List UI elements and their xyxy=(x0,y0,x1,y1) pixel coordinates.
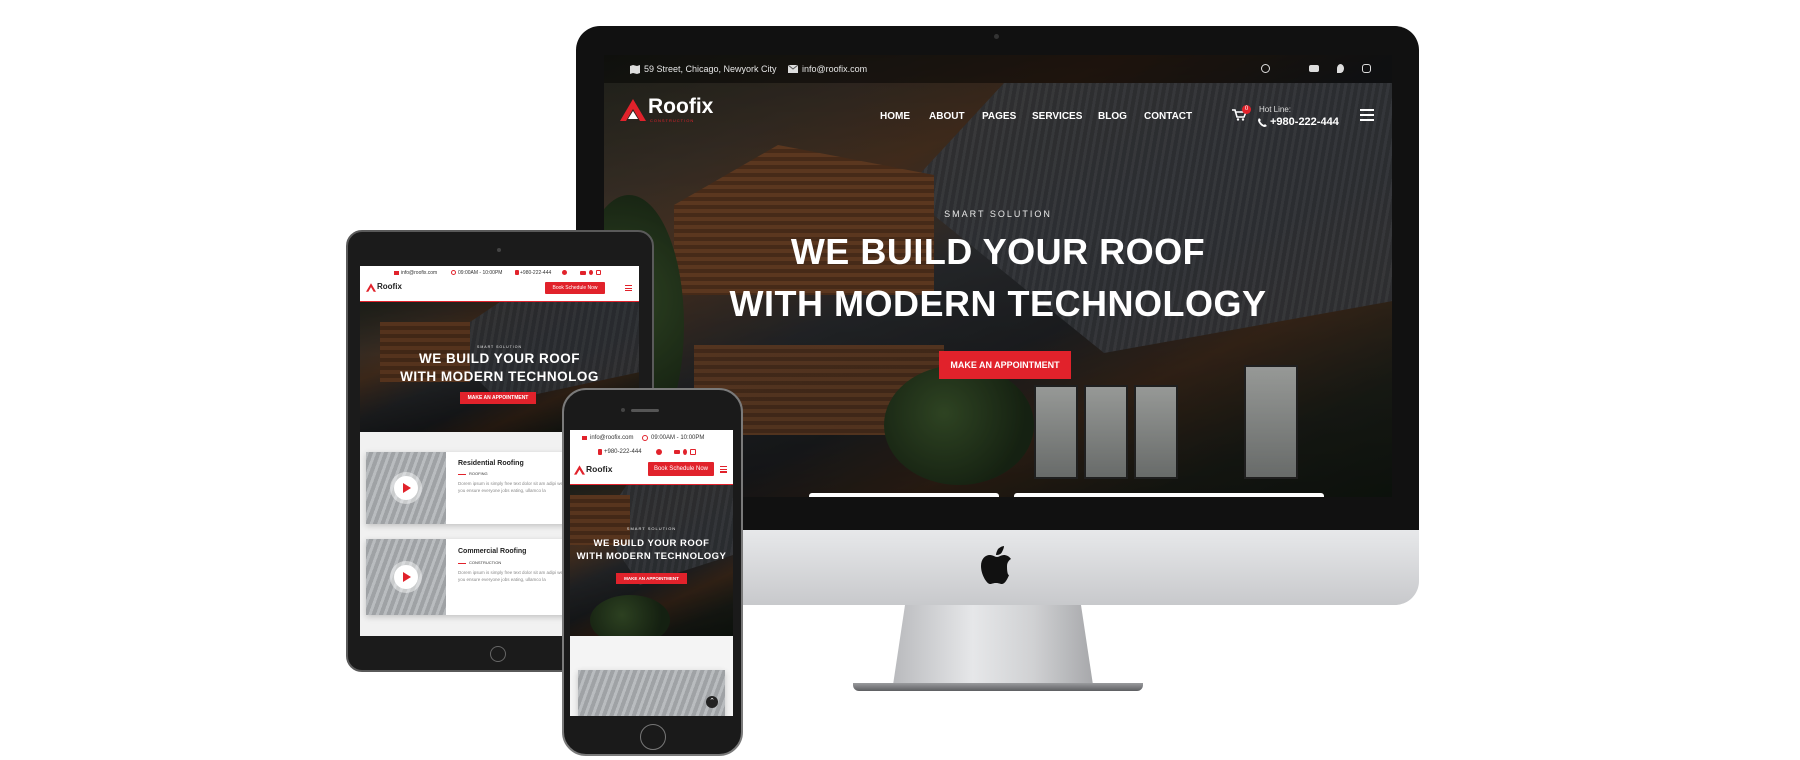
cart-count-badge: 0 xyxy=(1242,105,1251,114)
card-tag-line xyxy=(458,474,466,475)
phone-icon xyxy=(515,270,519,275)
tablet-make-appointment-button[interactable]: MAKE AN APPOINTMENT xyxy=(460,392,536,404)
logo-text[interactable]: Roofix xyxy=(648,95,713,119)
service-card[interactable] xyxy=(578,670,725,716)
tablet-hero-title-line2: WITH MODERN TECHNOLOG xyxy=(400,369,599,384)
ipad-home-button xyxy=(490,646,506,662)
card-tag: CONSTRUCTION xyxy=(469,560,502,565)
tablet-topbar-hours: 09:00AM - 10:00PM xyxy=(458,270,503,276)
menu-icon[interactable] xyxy=(720,466,727,473)
nav-contact[interactable]: CONTACT xyxy=(1144,111,1192,122)
ipad-camera xyxy=(497,248,501,252)
mobile-hero-eyebrow: SMART SOLUTION xyxy=(626,526,677,531)
clock-icon xyxy=(451,270,456,275)
card-title[interactable]: Commercial Roofing xyxy=(458,548,526,555)
pinterest-icon[interactable] xyxy=(1337,64,1344,73)
iphone-camera xyxy=(621,408,625,412)
nav-home[interactable]: HOME xyxy=(880,111,910,122)
hero-title-line1: WE BUILD YOUR ROOF xyxy=(790,231,1206,272)
envelope-icon xyxy=(394,271,399,275)
card-text: Dorem ipsum is simply free text dolor si… xyxy=(458,481,573,493)
menu-icon[interactable] xyxy=(1360,109,1374,121)
apple-logo-icon xyxy=(981,546,1011,584)
youtube-icon[interactable] xyxy=(1309,65,1319,72)
instagram-icon[interactable] xyxy=(596,270,601,275)
hero-eyebrow: SMART SOLUTION xyxy=(944,209,1052,219)
card-image xyxy=(578,670,725,716)
facebook-icon[interactable] xyxy=(656,449,662,455)
make-appointment-button[interactable]: MAKE AN APPOINTMENT xyxy=(939,351,1071,379)
tablet-hero-eyebrow: SMART SOLUTION xyxy=(477,345,522,349)
mobile-topbar-email[interactable]: info@roofix.com xyxy=(590,435,633,441)
play-icon[interactable] xyxy=(394,476,418,500)
instagram-icon[interactable] xyxy=(1362,64,1371,73)
mobile-make-appointment-button[interactable]: MAKE AN APPOINTMENT xyxy=(616,573,687,584)
phone-icon xyxy=(1258,118,1267,127)
nav-services[interactable]: SERVICES xyxy=(1032,111,1082,122)
service-card-peek xyxy=(809,493,999,497)
mobile-topbar-hours: 09:00AM - 10:00PM xyxy=(651,435,705,441)
mobile-book-schedule-button[interactable]: Book Schedule Now xyxy=(648,462,714,476)
pinterest-icon[interactable] xyxy=(683,449,687,455)
hotline-label: Hot Line: xyxy=(1259,105,1292,114)
play-icon[interactable] xyxy=(394,565,418,589)
card-tag: ROOFING xyxy=(469,471,488,476)
card-title[interactable]: Residential Roofing xyxy=(458,460,524,467)
clock-icon xyxy=(642,435,648,441)
nav-blog[interactable]: BLOG xyxy=(1098,111,1127,122)
mobile-topbar-phone[interactable]: +980-222-444 xyxy=(604,449,642,455)
service-card-peek xyxy=(1014,493,1324,497)
mobile-hero-title-line2: WITH MODERN TECHNOLOGY xyxy=(576,551,727,562)
roofix-logo-icon[interactable] xyxy=(574,465,585,475)
envelope-icon xyxy=(582,436,587,440)
imac-camera xyxy=(994,34,999,39)
phone-icon xyxy=(598,449,602,455)
mobile-site-screen: info@roofix.com 09:00AM - 10:00PM +980-2… xyxy=(570,430,733,716)
hotline-number[interactable]: +980-222-444 xyxy=(1270,116,1339,128)
menu-icon[interactable] xyxy=(625,285,632,291)
tablet-topbar-email[interactable]: info@roofix.com xyxy=(401,270,437,276)
hero-title-line2: WITH MODERN TECHNOLOGY xyxy=(729,283,1267,324)
roofix-logo-icon[interactable] xyxy=(620,99,646,121)
nav-pages[interactable]: PAGES xyxy=(982,111,1016,122)
tablet-topbar-phone[interactable]: +980-222-444 xyxy=(520,270,551,276)
facebook-icon[interactable] xyxy=(1261,64,1270,73)
iphone-home-button xyxy=(640,724,666,750)
instagram-icon[interactable] xyxy=(690,449,696,455)
book-schedule-button[interactable]: Book Schedule Now xyxy=(545,282,605,294)
topbar-email[interactable]: info@roofix.com xyxy=(802,64,867,74)
topbar-address: 59 Street, Chicago, Newyork City xyxy=(644,64,777,74)
imac-stand xyxy=(893,605,1093,685)
pinterest-icon[interactable] xyxy=(589,270,593,275)
mobile-hero-title-line1: WE BUILD YOUR ROOF xyxy=(593,538,710,549)
map-icon xyxy=(630,65,640,74)
facebook-icon[interactable] xyxy=(562,270,567,275)
tablet-hero-title-line1: WE BUILD YOUR ROOF xyxy=(418,351,580,366)
tablet-logo-text[interactable]: Roofix xyxy=(377,282,402,291)
envelope-icon xyxy=(788,65,798,73)
scroll-top-icon[interactable]: ⌃ xyxy=(706,696,718,708)
logo-tagline: CONSTRUCTION xyxy=(650,118,695,123)
card-tag-line xyxy=(458,563,466,564)
nav-about[interactable]: ABOUT xyxy=(929,111,965,122)
card-text: Dorem ipsum is simply free text dolor si… xyxy=(458,570,573,582)
youtube-icon[interactable] xyxy=(674,450,680,454)
roofix-logo-icon[interactable] xyxy=(366,283,376,292)
mobile-logo-text[interactable]: Roofix xyxy=(586,464,612,474)
imac-foot xyxy=(853,683,1143,691)
iphone-speaker xyxy=(631,409,659,412)
youtube-icon[interactable] xyxy=(580,271,586,275)
